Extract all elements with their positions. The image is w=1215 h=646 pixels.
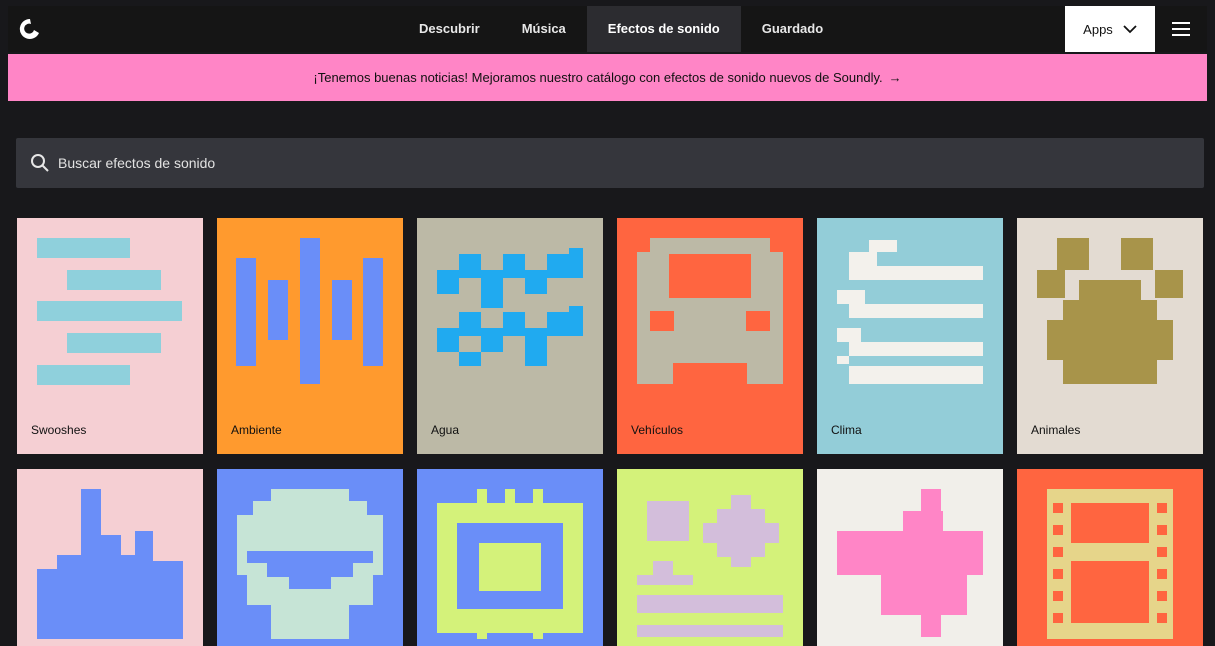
- wind-icon: [817, 218, 1003, 454]
- category-label: Agua: [431, 423, 460, 437]
- category-tile-12[interactable]: [1017, 469, 1203, 646]
- category-label: Animales: [1031, 423, 1081, 437]
- category-tile-agua[interactable]: Agua: [417, 218, 603, 454]
- top-nav-bar: Descubrir Música Efectos de sonido Guard…: [8, 6, 1207, 52]
- category-tile-9[interactable]: [417, 469, 603, 646]
- category-label: Ambiente: [231, 423, 282, 437]
- category-tile-10[interactable]: [617, 469, 803, 646]
- shapes-icon: [617, 469, 803, 646]
- ambient-waveform-icon: [217, 218, 403, 454]
- hamburger-menu-button[interactable]: [1155, 6, 1207, 52]
- main-nav: Descubrir Música Efectos de sonido Guard…: [398, 6, 844, 52]
- logo-icon[interactable]: [18, 17, 42, 41]
- film-strip-icon: [1017, 469, 1203, 646]
- apps-label: Apps: [1083, 21, 1113, 37]
- category-tile-ambiente[interactable]: Ambiente: [217, 218, 403, 454]
- hand-icon: [17, 469, 203, 646]
- category-tile-11[interactable]: [817, 469, 1003, 646]
- splash-icon: [817, 469, 1003, 646]
- arrow-right-icon: →: [888, 70, 902, 85]
- category-label: Swooshes: [31, 423, 87, 437]
- category-tile-7[interactable]: [17, 469, 203, 646]
- category-tile-clima[interactable]: Clima: [817, 218, 1003, 454]
- swooshes-icon: [17, 218, 203, 454]
- nav-guardado[interactable]: Guardado: [741, 6, 844, 52]
- car-icon: [617, 218, 803, 454]
- banner-text: ¡Tenemos buenas noticias! Mejoramos nues…: [313, 70, 883, 85]
- search-icon: [31, 154, 49, 172]
- water-waves-icon: [417, 218, 603, 454]
- category-label: Clima: [831, 423, 862, 437]
- nav-musica[interactable]: Música: [501, 6, 587, 52]
- bowl-icon: [217, 469, 403, 646]
- paw-print-icon: [1017, 218, 1203, 454]
- apps-dropdown-button[interactable]: Apps: [1065, 6, 1155, 52]
- announcement-banner[interactable]: ¡Tenemos buenas noticias! Mejoramos nues…: [8, 54, 1207, 101]
- category-tile-swooshes[interactable]: Swooshes: [17, 218, 203, 454]
- search-input[interactable]: [56, 154, 660, 172]
- nav-efectos-de-sonido[interactable]: Efectos de sonido: [586, 6, 741, 52]
- category-label: Vehículos: [631, 423, 684, 437]
- search-bar[interactable]: [16, 138, 1204, 188]
- category-tile-vehiculos[interactable]: Vehículos: [617, 218, 803, 454]
- hamburger-icon: [1172, 22, 1190, 36]
- category-tile-8[interactable]: [217, 469, 403, 646]
- category-tile-animales[interactable]: Animales: [1017, 218, 1203, 454]
- nav-descubrir[interactable]: Descubrir: [398, 6, 501, 52]
- chevron-down-icon: [1123, 25, 1137, 34]
- chip-icon: [417, 469, 603, 646]
